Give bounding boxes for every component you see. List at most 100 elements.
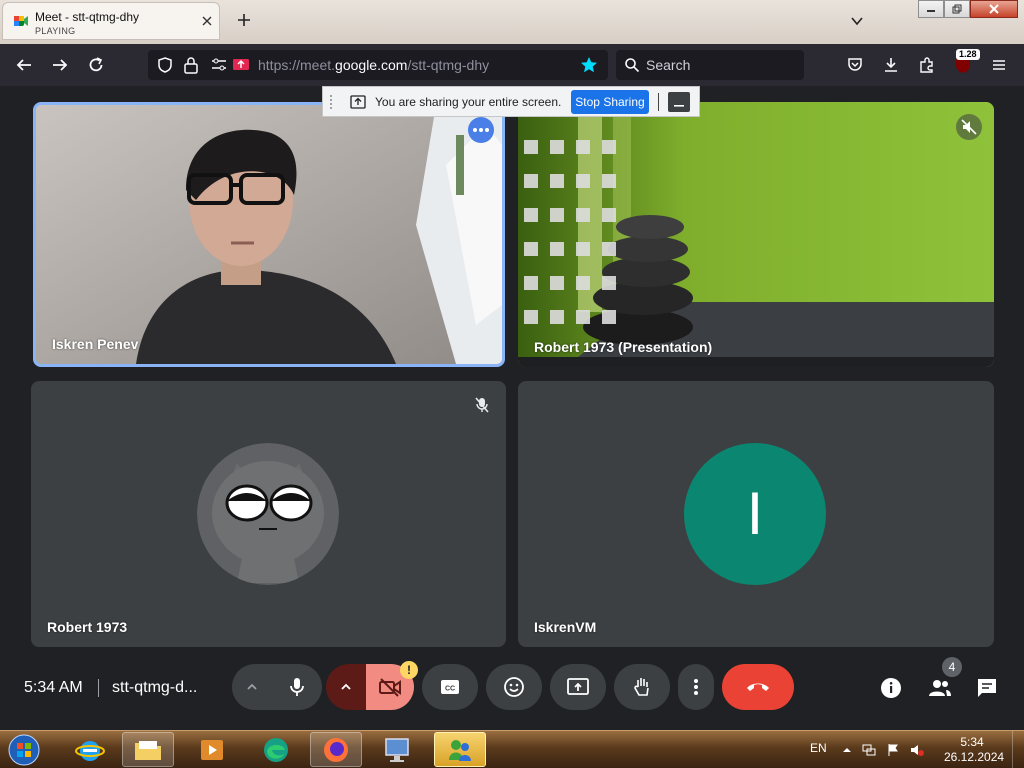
reload-icon[interactable]: [87, 56, 105, 74]
taskbar-media-player[interactable]: [186, 732, 238, 767]
search-bar[interactable]: Search: [616, 50, 804, 80]
url-prefix: https://meet.: [258, 57, 336, 73]
close-window-button[interactable]: [970, 0, 1018, 18]
audio-options-button[interactable]: [232, 664, 272, 710]
microphone-icon: [290, 678, 304, 696]
search-placeholder: Search: [646, 57, 691, 73]
taskbar-internet-explorer[interactable]: [64, 732, 116, 767]
taskbar-edge[interactable]: [250, 732, 302, 767]
chevron-up-icon[interactable]: [840, 743, 854, 757]
more-options-button[interactable]: [468, 117, 494, 143]
info-icon[interactable]: [880, 677, 902, 699]
restore-icon: [952, 4, 962, 14]
present-screen-icon: [350, 95, 366, 109]
microphone-button[interactable]: [272, 664, 322, 710]
people-icon[interactable]: [928, 677, 952, 699]
search-icon: [625, 58, 640, 73]
url-path: /stt-qtmg-dhy: [407, 57, 490, 73]
stop-sharing-button[interactable]: Stop Sharing: [571, 90, 649, 114]
avatar-letter: I: [746, 480, 764, 547]
clock[interactable]: 5:34 26.12.2024: [944, 735, 1004, 765]
more-vertical-icon: [694, 679, 698, 695]
reactions-button[interactable]: [486, 664, 542, 710]
presentation-screen-feed: [518, 102, 994, 367]
participant-name: Robert 1973: [47, 619, 128, 635]
video-options-button[interactable]: [326, 664, 366, 710]
show-desktop-button[interactable]: [1012, 731, 1024, 768]
extension-badge: 1.28: [956, 49, 980, 60]
bookmark-star-icon[interactable]: [580, 56, 598, 74]
emoji-icon: [504, 677, 524, 697]
taskbar-explorer[interactable]: [122, 732, 174, 767]
restore-window-button[interactable]: [944, 0, 970, 18]
pocket-icon[interactable]: [846, 56, 864, 74]
screen-share-indicator-icon[interactable]: [232, 56, 250, 74]
hand-icon: [634, 678, 649, 696]
participant-name: IskrenVM: [534, 619, 597, 635]
speaker-muted-icon[interactable]: [910, 743, 924, 757]
chevron-up-icon: [247, 683, 257, 690]
warning-badge: !: [400, 661, 418, 679]
browser-tabbar: Meet - stt-qtmg-dhy PLAYING: [0, 0, 1024, 44]
start-orb-icon[interactable]: [6, 733, 42, 767]
chat-icon[interactable]: [976, 677, 998, 699]
participant-name: Robert 1973 (Presentation): [534, 339, 713, 355]
input-language[interactable]: EN: [810, 741, 827, 755]
media-player-icon: [201, 739, 223, 760]
participant-tile-iskren-penev[interactable]: Iskren Penev: [33, 102, 505, 367]
present-screen-icon: [567, 678, 589, 695]
present-now-button[interactable]: [550, 664, 606, 710]
chevron-up-icon: [341, 683, 351, 690]
lock-icon[interactable]: [183, 56, 199, 74]
screen: Meet - stt-qtmg-dhy PLAYING https://meet…: [0, 0, 1024, 768]
hide-sharing-bar-button[interactable]: [668, 92, 690, 112]
url-text: https://meet.google.com/stt-qtmg-dhy: [258, 57, 489, 73]
people-icon: [449, 739, 471, 761]
participant-tile-robert-presentation[interactable]: Robert 1973 (Presentation): [518, 102, 994, 367]
windows-taskbar: EN 5:34 26.12.2024: [0, 730, 1024, 768]
hang-up-icon: [747, 683, 769, 691]
permissions-icon[interactable]: [210, 57, 228, 73]
taskbar-remote-desktop[interactable]: [372, 732, 424, 767]
extensions-icon[interactable]: [918, 56, 936, 74]
url-domain: google.com: [335, 57, 408, 73]
flag-icon[interactable]: [886, 743, 900, 757]
hamburger-menu-icon[interactable]: [990, 56, 1008, 74]
closed-captions-icon: CC: [441, 680, 459, 694]
meet-favicon-icon: [14, 16, 28, 26]
browser-navbar: https://meet.google.com/stt-qtmg-dhy Sea…: [0, 44, 1024, 86]
more-options-button[interactable]: [678, 664, 714, 710]
monitor-icon: [385, 737, 409, 762]
taskbar-messenger[interactable]: [434, 732, 486, 767]
shield-icon[interactable]: [156, 56, 174, 74]
address-bar[interactable]: https://meet.google.com/stt-qtmg-dhy: [148, 50, 608, 80]
minimize-window-button[interactable]: [918, 0, 944, 18]
raise-hand-button[interactable]: [614, 664, 670, 710]
close-tab-icon[interactable]: [201, 15, 213, 27]
captions-button[interactable]: CC: [422, 664, 478, 710]
close-icon: [989, 4, 999, 14]
network-icon[interactable]: [862, 743, 876, 757]
participant-tile-iskrenvm[interactable]: I IskrenVM: [518, 381, 994, 647]
divider: [658, 93, 659, 111]
leave-call-button[interactable]: [722, 664, 794, 710]
folder-icon: [135, 740, 161, 760]
chevron-down-icon[interactable]: [850, 14, 864, 28]
tab-playing-label: PLAYING: [35, 26, 76, 36]
new-tab-icon[interactable]: [236, 12, 252, 28]
downloads-icon[interactable]: [882, 56, 900, 74]
forward-arrow-icon[interactable]: [51, 56, 69, 74]
taskbar-firefox[interactable]: [310, 732, 362, 767]
minimize-icon: [927, 10, 935, 12]
people-count-badge: 4: [942, 657, 962, 677]
meeting-controls-bar: 5:34 AM stt-qtmg-d... ! CC 4: [0, 652, 1024, 730]
divider: [98, 679, 99, 697]
screen-sharing-bar: You are sharing your entire screen. Stop…: [322, 86, 700, 117]
back-arrow-icon[interactable]: [15, 56, 33, 74]
participant-tile-robert-1973[interactable]: Robert 1973: [31, 381, 506, 647]
browser-tab-meet[interactable]: Meet - stt-qtmg-dhy PLAYING: [2, 2, 220, 40]
drag-handle-icon[interactable]: [329, 94, 333, 110]
firefox-icon: [324, 737, 348, 762]
minimize-icon: [674, 105, 684, 107]
muted-indicator: [956, 114, 982, 140]
